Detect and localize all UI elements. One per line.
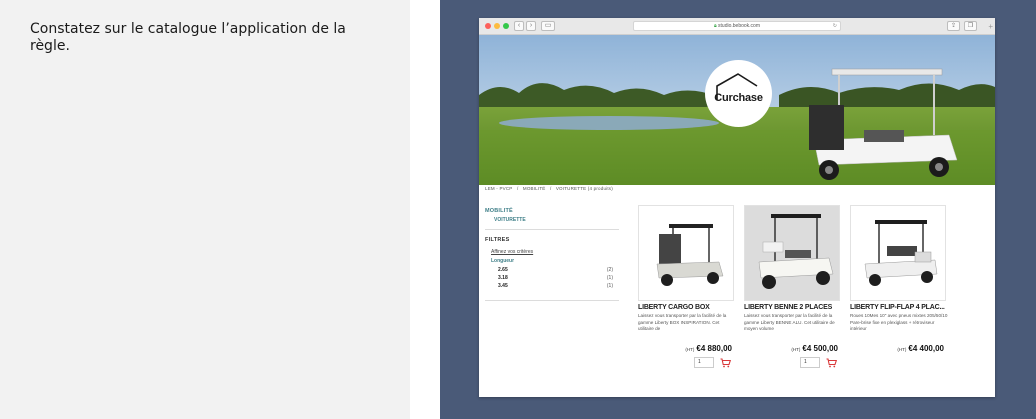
product-image[interactable] — [638, 205, 734, 301]
breadcrumb-item-voiturette: VOITURETTE (4 produits) — [555, 186, 613, 191]
product-description: Laissez vous transporter par la facilité… — [638, 313, 727, 331]
add-to-cart-icon[interactable] — [720, 358, 731, 368]
length-option[interactable]: 3.45 (1) — [485, 282, 619, 290]
breadcrumb: LEM - PVCP / MOBILITÉ / VOITURETTE (4 pr… — [485, 186, 616, 191]
breadcrumb-item-home[interactable]: LEM - PVCP — [485, 186, 513, 191]
divider — [485, 229, 619, 230]
product-price: (HT) €4 880,00 — [638, 344, 736, 353]
product-image[interactable] — [744, 205, 840, 301]
instruction-text: Constatez sur le catalogue l’application… — [30, 21, 346, 54]
reload-icon[interactable]: ↻ — [833, 22, 837, 31]
price-tax-label: (HT) — [897, 347, 907, 352]
cargo-cart-image — [656, 224, 724, 286]
product-description: Laissez vous transporter par la facilité… — [744, 313, 835, 331]
product-card[interactable]: LIBERTY BENNE 2 PLACES Laissez vous tran… — [744, 205, 842, 369]
benne-cart-image — [758, 214, 834, 289]
sidebar-category-mobilite[interactable]: MOBILITÉ — [485, 208, 619, 214]
price-value: €4 400,00 — [908, 344, 944, 353]
product-price: (HT) €4 500,00 — [744, 344, 842, 353]
close-window-button[interactable] — [485, 23, 491, 29]
sidebar: MOBILITÉ VOITURETTE FILTRES Affinez vos … — [485, 208, 619, 301]
left-panel: Constatez sur le catalogue l’application… — [0, 0, 410, 419]
browser-window: ‹ › ▭ 🔒︎ studio.bebook.com ↻ ⇪ ❐ + Curch… — [479, 18, 995, 397]
product-card[interactable]: LIBERTY FLIP-FLAP 4 PLAC... Roues 10Mes … — [850, 205, 948, 353]
product-name[interactable]: LIBERTY CARGO BOX — [638, 304, 736, 311]
browser-titlebar: ‹ › ▭ 🔒︎ studio.bebook.com ↻ ⇪ ❐ + — [479, 18, 995, 35]
sidebar-toggle-icon[interactable]: ▭ — [541, 21, 555, 31]
price-tax-label: (HT) — [791, 347, 801, 352]
logo-text: Curchase — [714, 92, 763, 104]
product-actions: 1 — [744, 357, 842, 369]
zoom-window-button[interactable] — [503, 23, 509, 29]
forward-button[interactable]: › — [526, 21, 536, 31]
length-option[interactable]: 2.65 (2) — [485, 266, 619, 274]
price-tax-label: (HT) — [685, 347, 695, 352]
length-option-count: (1) — [606, 283, 613, 289]
product-image[interactable] — [850, 205, 946, 301]
length-option-count: (1) — [606, 275, 613, 281]
address-bar[interactable]: 🔒︎ studio.bebook.com ↻ — [633, 21, 841, 31]
refine-criteria-link[interactable]: Affinez vos critères — [485, 249, 619, 255]
hero-banner: Curchase — [479, 35, 995, 185]
sidebar-subcategory-voiturette[interactable]: VOITURETTE — [485, 217, 619, 223]
breadcrumb-separator: / — [516, 186, 519, 191]
product-description: Roues 10Mes 10" avec pneus mixtes 205/50… — [850, 313, 948, 331]
tabs-icon[interactable]: ❐ — [964, 21, 977, 31]
flip-flap-cart-image — [864, 220, 938, 286]
product-name[interactable]: LIBERTY BENNE 2 PLACES — [744, 304, 842, 311]
address-url: studio.bebook.com — [718, 23, 761, 29]
length-option-value: 2.65 — [498, 267, 508, 273]
add-to-cart-icon[interactable] — [826, 358, 837, 368]
length-option[interactable]: 3.18 (1) — [485, 274, 619, 282]
breadcrumb-item-mobilite[interactable]: MOBILITÉ — [523, 186, 546, 191]
product-name[interactable]: LIBERTY FLIP-FLAP 4 PLAC... — [850, 304, 948, 311]
product-actions: 1 — [638, 357, 736, 369]
quantity-input[interactable]: 1 — [800, 357, 820, 368]
length-option-value: 3.45 — [498, 283, 508, 289]
product-price: (HT) €4 400,00 — [850, 344, 948, 353]
minimize-window-button[interactable] — [494, 23, 500, 29]
breadcrumb-separator: / — [549, 186, 552, 191]
filters-title: FILTRES — [485, 237, 510, 243]
product-card[interactable]: LIBERTY CARGO BOX Laissez vous transport… — [638, 205, 736, 369]
back-button[interactable]: ‹ — [514, 21, 524, 31]
divider — [485, 300, 619, 301]
share-icon[interactable]: ⇪ — [947, 21, 960, 31]
price-value: €4 500,00 — [802, 344, 838, 353]
length-option-count: (2) — [606, 267, 613, 273]
price-value: €4 880,00 — [696, 344, 732, 353]
new-tab-button[interactable]: + — [988, 23, 993, 31]
length-option-value: 3.18 — [498, 275, 508, 281]
lock-icon: 🔒︎ — [713, 23, 717, 29]
quantity-input[interactable]: 1 — [694, 357, 714, 368]
purchase-logo: Curchase — [705, 60, 772, 127]
length-filter-label: Longueur — [491, 258, 515, 264]
